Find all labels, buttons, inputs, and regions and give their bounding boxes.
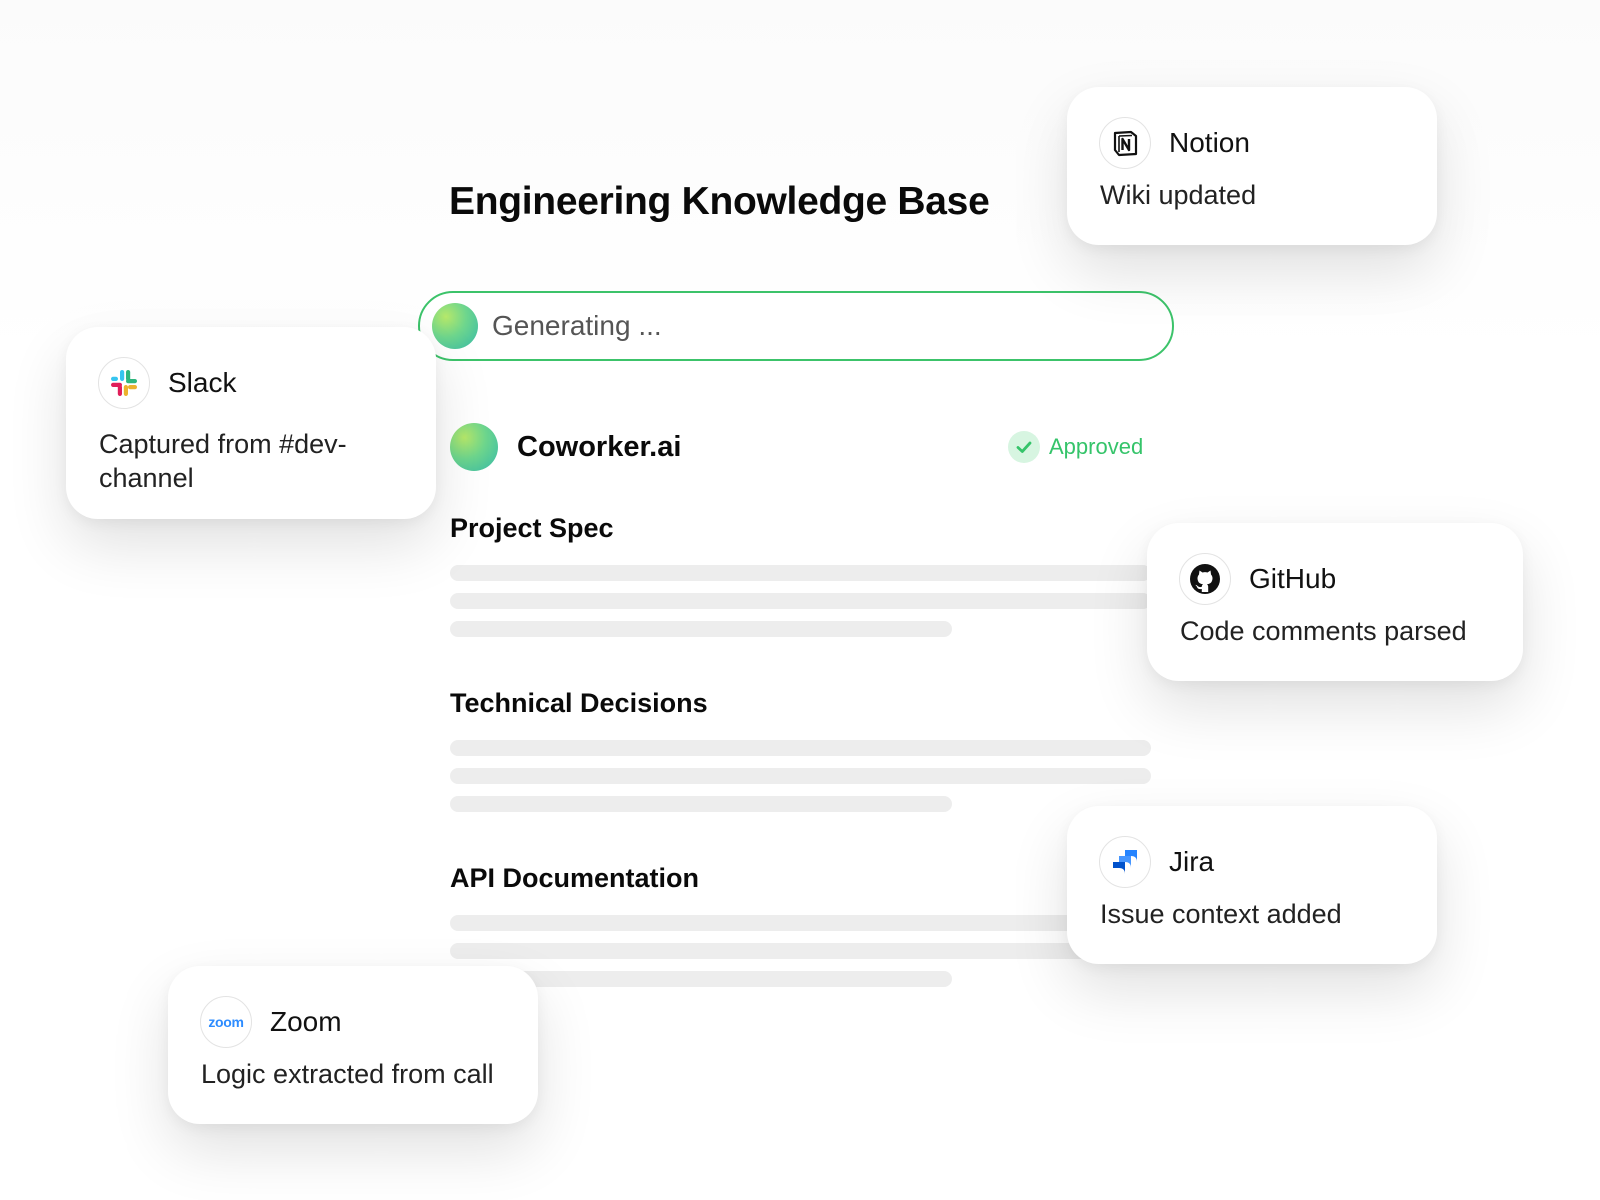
notion-icon	[1099, 117, 1151, 169]
section-title-technical-decisions: Technical Decisions	[450, 688, 708, 718]
placeholder-line	[450, 565, 1151, 581]
page-title: Engineering Knowledge Base	[449, 180, 990, 223]
approved-badge: Approved	[1008, 431, 1143, 463]
placeholder-line	[450, 740, 1151, 756]
jira-text: Issue context added	[1100, 899, 1342, 929]
zoom-card: zoom Zoom Logic extracted from call	[168, 966, 538, 1124]
jira-card: Jira Issue context added	[1067, 806, 1437, 964]
section-title-project-spec: Project Spec	[450, 513, 614, 543]
jira-icon	[1099, 836, 1151, 888]
github-card: GitHub Code comments parsed	[1147, 523, 1523, 681]
notion-text: Wiki updated	[1100, 180, 1257, 210]
zoom-text: Logic extracted from call	[201, 1059, 494, 1089]
approved-label: Approved	[1049, 434, 1144, 459]
placeholder-line	[450, 768, 1151, 784]
canvas: Engineering Knowledge Base Generating ..…	[0, 0, 1600, 1200]
placeholder-line	[450, 621, 952, 637]
github-name: GitHub	[1249, 563, 1337, 594]
ai-orb-icon	[432, 303, 478, 349]
author-name: Coworker.ai	[517, 431, 682, 463]
slack-card: Slack Captured from #dev-channel	[66, 327, 436, 519]
zoom-name: Zoom	[270, 1006, 342, 1037]
zoom-logo-text: zoom	[208, 1014, 244, 1030]
slack-text: Captured from #dev-channel	[99, 429, 347, 493]
placeholder-line	[450, 915, 1151, 931]
placeholder-line	[450, 943, 1151, 959]
placeholder-line	[450, 593, 1151, 609]
github-text: Code comments parsed	[1180, 616, 1467, 646]
notion-name: Notion	[1169, 127, 1250, 158]
github-icon	[1179, 553, 1231, 605]
slack-name: Slack	[168, 367, 237, 398]
generating-status-bar: Generating ...	[418, 291, 1174, 361]
slack-icon	[98, 357, 150, 409]
document-header: Coworker.ai Approved	[450, 423, 1150, 471]
jira-name: Jira	[1169, 846, 1215, 877]
zoom-icon: zoom	[200, 996, 252, 1048]
generating-text: Generating ...	[492, 310, 662, 341]
section-title-api-documentation: API Documentation	[450, 863, 700, 893]
check-icon	[1008, 431, 1040, 463]
author-avatar	[450, 423, 498, 471]
notion-card: Notion Wiki updated	[1067, 87, 1437, 245]
placeholder-line	[450, 796, 952, 812]
